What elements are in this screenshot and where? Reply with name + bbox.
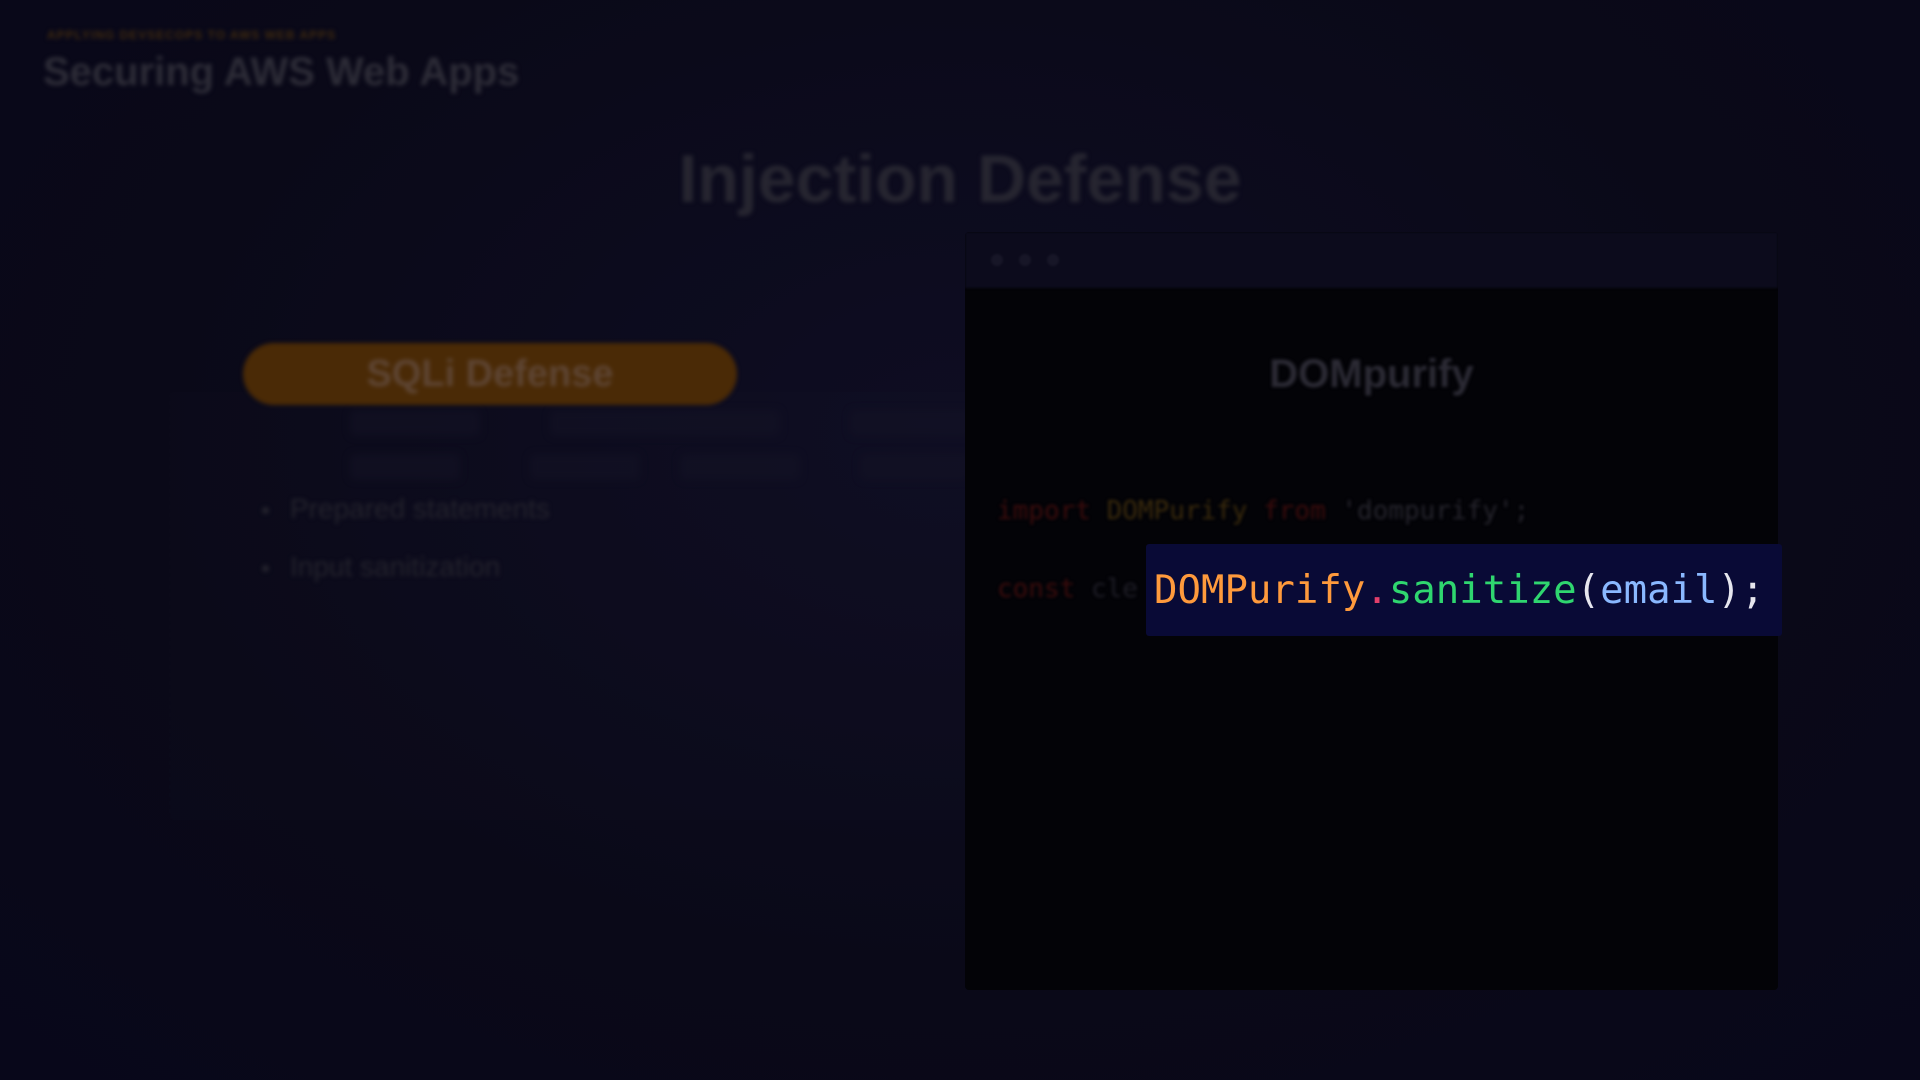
code-string: 'dompurify'; [1341,496,1530,526]
code-keyword: from [1263,496,1326,526]
code-identifier: DOMPurify [1106,496,1248,526]
highlight-close: ); [1717,567,1765,613]
course-eyebrow: APPLYING DEVSECOPS TO AWS WEB APPS [47,28,337,42]
code-line-import: import DOMPurify from 'dompurify'; [997,496,1529,526]
highlight-argument: email [1600,567,1718,613]
code-variable: cle [1090,574,1138,604]
window-dot-icon [1019,254,1031,266]
window-dot-icon [991,254,1003,266]
highlight-method: sanitize [1388,567,1577,613]
code-line-const: const cle [997,574,1138,604]
code-keyword: const [997,574,1076,604]
code-window-title: DOMpurify [1269,352,1474,396]
course-title: Securing AWS Web Apps [43,50,520,94]
code-highlight-callout: DOMPurify. sanitize(email); [1146,544,1782,636]
bullet-item: Input sanitization [258,538,550,596]
sqli-defense-pill: SQLi Defense [243,343,737,405]
slide-background: APPLYING DEVSECOPS TO AWS WEB APPS Secur… [0,0,1920,1080]
highlight-dot: . [1365,567,1389,613]
code-window-titlebar [965,232,1778,288]
highlight-object: DOMPurify [1154,567,1366,613]
window-dot-icon [1047,254,1059,266]
code-keyword: import [997,496,1091,526]
bullet-item: Prepared statements [258,480,550,538]
defense-bullet-list: Prepared statements Input sanitization [258,480,550,596]
highlight-open-paren: ( [1576,567,1601,613]
slide-title: Injection Defense [678,141,1242,217]
faint-table-blocks [350,410,970,480]
